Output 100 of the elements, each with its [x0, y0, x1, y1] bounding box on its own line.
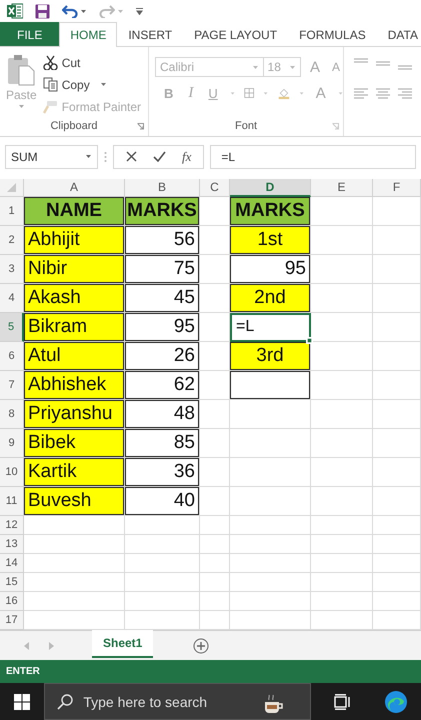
row-header[interactable]: 14 — [0, 554, 24, 573]
scissors-icon — [42, 55, 58, 70]
table-cell: 85 — [125, 428, 200, 458]
copy-button[interactable]: Copy — [42, 75, 142, 94]
caret-icon — [338, 90, 344, 96]
row-header[interactable]: 3 — [0, 254, 24, 284]
fill-handle-icon[interactable] — [306, 336, 313, 344]
browser-icon[interactable] — [384, 690, 408, 714]
ribbon-tab[interactable]: INSERT — [117, 22, 184, 46]
align-right-icon[interactable] — [398, 88, 412, 100]
table-cell: Nibir — [24, 254, 125, 284]
redo-icon[interactable] — [99, 4, 115, 18]
status-mode: ENTER — [6, 666, 40, 678]
table-cell: 36 — [125, 458, 200, 487]
table-cell: 26 — [125, 342, 200, 371]
dialog-launcher-icon[interactable] — [137, 122, 144, 130]
select-all-icon[interactable] — [7, 182, 16, 192]
customize-icon[interactable] — [136, 7, 143, 15]
table-cell: 3rd — [230, 342, 311, 371]
table-cell: MARKS — [125, 196, 200, 226]
enter-icon[interactable] — [153, 151, 166, 162]
column-header[interactable]: B — [125, 178, 200, 197]
paintbrush-icon — [42, 99, 58, 114]
windows-icon[interactable] — [14, 694, 30, 710]
table-cell: 62 — [125, 370, 200, 400]
table-cell: Bibek — [24, 428, 125, 458]
caret-icon — [100, 82, 107, 87]
table-cell: Kartik — [24, 458, 125, 487]
cut-button[interactable]: Cut — [42, 53, 142, 72]
column-header[interactable]: A — [24, 178, 125, 197]
copy-icon — [42, 77, 58, 92]
caret-icon — [252, 64, 259, 70]
row-header[interactable]: 4 — [0, 284, 24, 313]
row-header[interactable]: 8 — [0, 400, 24, 429]
table-cell: Akash — [24, 284, 125, 313]
sheet-tab[interactable]: Sheet1 — [92, 630, 154, 658]
row-header[interactable]: 15 — [0, 572, 24, 592]
ribbon-tab[interactable]: DATA — [376, 22, 421, 46]
row-header[interactable]: 16 — [0, 592, 24, 611]
table-cell: Buvesh — [24, 486, 125, 516]
table-cell: Priyanshu — [24, 400, 125, 429]
table-cell: 2nd — [230, 284, 311, 313]
clipboard-icon — [7, 54, 36, 86]
row-header[interactable]: 12 — [0, 516, 24, 535]
formula-field[interactable]: =L — [210, 144, 416, 169]
row-header[interactable]: 6 — [0, 342, 24, 371]
row-header[interactable]: 9 — [0, 428, 24, 458]
table-cell: Abhijit — [24, 226, 125, 255]
row-header[interactable]: 5 — [0, 312, 24, 342]
ribbon-tab[interactable]: FORMULAS — [288, 22, 377, 46]
search-icon — [57, 694, 74, 710]
caret-icon — [18, 104, 25, 109]
column-header[interactable]: E — [311, 178, 373, 197]
table-cell: Bikram — [24, 312, 125, 342]
align-center-icon[interactable] — [376, 88, 390, 100]
excel-icon[interactable] — [7, 3, 23, 19]
row-header[interactable]: 7 — [0, 370, 24, 400]
borders-icon[interactable] — [244, 86, 254, 100]
table-cell: 40 — [125, 486, 200, 516]
task-view-icon[interactable] — [334, 694, 352, 710]
table-cell: 95 — [125, 312, 200, 342]
save-icon[interactable] — [35, 4, 50, 18]
table-cell: NAME — [24, 196, 125, 226]
column-header[interactable]: F — [373, 178, 421, 197]
add-sheet-icon[interactable] — [193, 638, 210, 654]
row-header[interactable]: 2 — [0, 226, 24, 255]
ribbon-tab[interactable]: HOME — [59, 22, 118, 47]
caret-icon — [298, 90, 304, 96]
table-cell: Abhishek — [24, 370, 125, 400]
caret-icon — [85, 154, 92, 160]
caret-icon — [230, 90, 235, 96]
row-header[interactable]: 17 — [0, 610, 24, 630]
ribbon-tab[interactable]: PAGE LAYOUT — [183, 22, 288, 46]
table-cell: MARKS — [230, 196, 311, 226]
caret-icon — [288, 64, 296, 70]
row-header[interactable]: 11 — [0, 486, 24, 516]
cancel-icon[interactable] — [126, 151, 137, 162]
table-cell: 95 — [230, 254, 311, 284]
table-cell: 48 — [125, 400, 200, 429]
name-box[interactable]: SUM — [5, 144, 98, 169]
previous-sheet-icon[interactable] — [24, 642, 29, 650]
grip-icon — [104, 150, 107, 163]
table-cell: 75 — [125, 254, 200, 284]
table-cell: 56 — [125, 226, 200, 255]
column-header[interactable]: C — [200, 178, 230, 197]
align-left-icon[interactable] — [354, 88, 368, 100]
dialog-launcher-icon[interactable] — [332, 122, 339, 130]
file-tab[interactable]: FILE — [0, 22, 60, 46]
row-header[interactable]: 10 — [0, 458, 24, 487]
table-cell: Atul — [24, 342, 125, 371]
undo-icon[interactable] — [62, 4, 78, 18]
row-header[interactable]: 13 — [0, 534, 24, 554]
insert-function-button[interactable]: fx — [182, 148, 192, 165]
search-field[interactable]: Type here to search — [44, 683, 310, 720]
caret-icon — [80, 8, 87, 14]
caret-icon — [117, 8, 124, 14]
next-sheet-icon[interactable] — [49, 642, 54, 650]
row-header[interactable]: 1 — [0, 196, 24, 226]
table-cell: 1st — [230, 226, 311, 255]
column-header[interactable]: D — [230, 178, 311, 197]
